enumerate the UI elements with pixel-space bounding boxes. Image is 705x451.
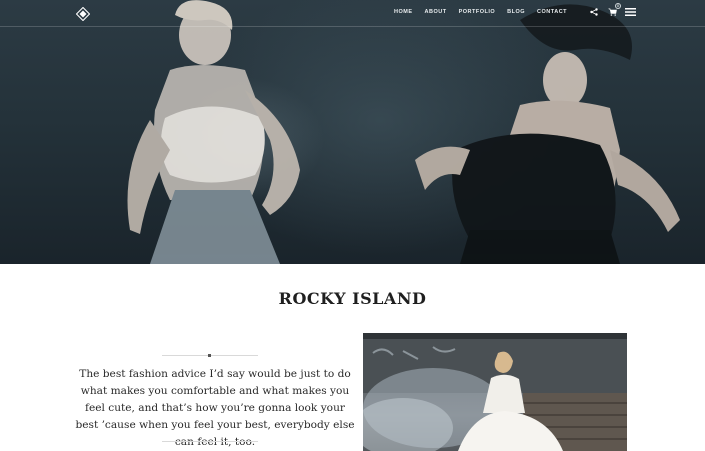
nav-contact-link[interactable]: CONTACT xyxy=(537,9,567,15)
fashion-quote: The best fashion advice I’d say would be… xyxy=(75,368,355,448)
hamburger-menu-icon[interactable] xyxy=(624,6,636,18)
nav-icon-group: 0 xyxy=(588,3,636,18)
diamond-logo-icon[interactable] xyxy=(75,6,91,22)
hero-banner: HOME ABOUT PORTFOLIO BLOG CONTACT 0 xyxy=(0,0,705,264)
cart-count-badge: 0 xyxy=(615,3,621,9)
feature-image[interactable] xyxy=(363,333,627,451)
section-title: ROCKY ISLAND xyxy=(278,289,427,308)
feature-photo xyxy=(363,333,627,451)
nav-blog-link[interactable]: BLOG xyxy=(507,9,525,15)
share-icon[interactable] xyxy=(588,6,600,18)
right-model-figure xyxy=(415,4,680,264)
hero-photo xyxy=(127,0,680,264)
cart-icon[interactable]: 0 xyxy=(606,3,621,18)
quote-divider-bottom xyxy=(162,441,258,442)
top-navbar: HOME ABOUT PORTFOLIO BLOG CONTACT 0 xyxy=(0,0,705,27)
nav-home-link[interactable]: HOME xyxy=(394,9,413,15)
nav-portfolio-link[interactable]: PORTFOLIO xyxy=(459,9,496,15)
left-model-figure xyxy=(127,0,300,264)
nav-about-link[interactable]: ABOUT xyxy=(425,9,447,15)
nav-menu: HOME ABOUT PORTFOLIO BLOG CONTACT xyxy=(394,9,579,15)
quote-divider-marker xyxy=(208,354,211,357)
